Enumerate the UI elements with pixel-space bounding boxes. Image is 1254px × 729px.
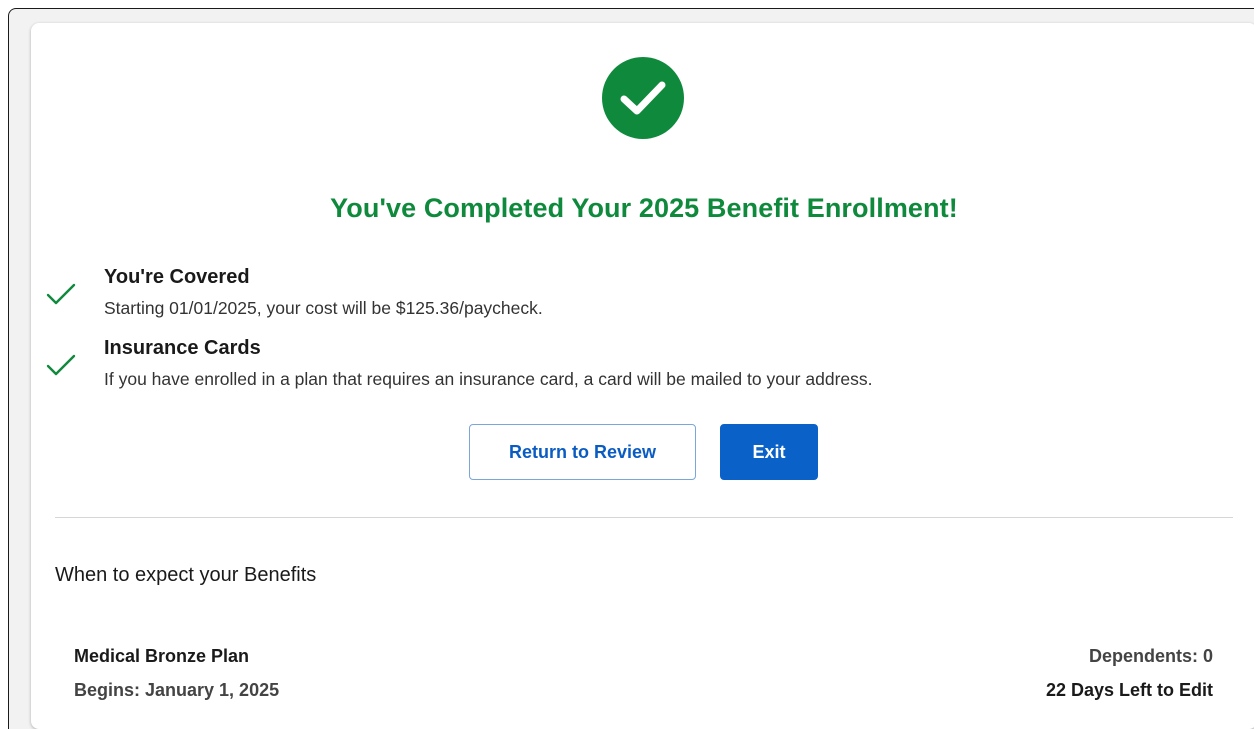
window-frame: You've Completed Your 2025 Benefit Enrol… [8,8,1254,729]
section-title: When to expect your Benefits [55,564,317,586]
plan-dependents: Dependents: 0 [1088,646,1213,666]
plan-days-left: 22 Days Left to Edit [1045,680,1213,700]
plan-begin-date: Begins: January 1, 2025 [74,680,280,700]
plan-name: Medical Bronze Plan [74,646,250,666]
status-item-title: Insurance Cards [104,337,261,359]
status-item-description: Starting 01/01/2025, your cost will be $… [104,298,543,318]
status-item-description: If you have enrolled in a plan that requ… [104,369,873,389]
confirmation-card: You've Completed Your 2025 Benefit Enrol… [31,23,1254,729]
page-title: You've Completed Your 2025 Benefit Enrol… [330,193,958,223]
checkmark-icon [46,283,76,305]
return-to-review-button[interactable]: Return to Review [469,424,696,480]
status-item-title: You're Covered [104,266,250,288]
divider [55,517,1233,518]
checkmark-icon [46,354,76,376]
check-circle-icon [602,57,684,139]
exit-button[interactable]: Exit [720,424,818,480]
